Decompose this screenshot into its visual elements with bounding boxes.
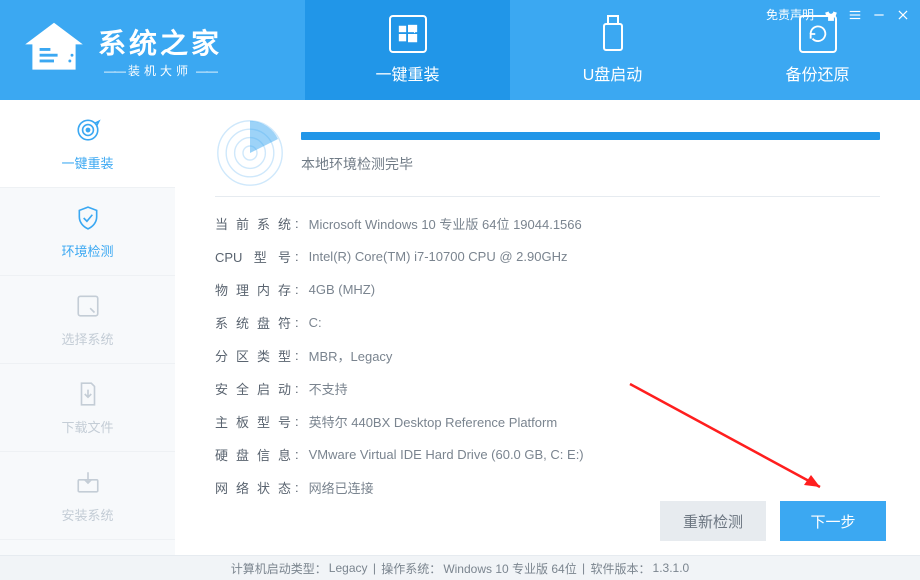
install-icon: [73, 467, 103, 497]
info-row: 主板型号:英特尔 440BX Desktop Reference Platfor…: [215, 405, 880, 438]
info-row: 当前系统:Microsoft Windows 10 专业版 64位 19044.…: [215, 207, 880, 240]
rescan-button[interactable]: 重新检测: [660, 501, 766, 541]
info-value: Microsoft Windows 10 专业版 64位 19044.1566: [309, 214, 582, 233]
status-boot-value: Legacy: [329, 561, 368, 575]
status-ver-label: 软件版本：: [591, 560, 651, 577]
scan-status-text: 本地环境检测完毕: [301, 154, 880, 174]
sidebar-item-download[interactable]: 下载文件: [0, 364, 175, 452]
radar-icon: [215, 118, 285, 188]
info-value: MBR，Legacy: [309, 346, 393, 365]
info-label: 分区类型: [215, 346, 291, 365]
sidebar-item-reinstall[interactable]: 一键重装: [0, 100, 175, 188]
info-value: Intel(R) Core(TM) i7-10700 CPU @ 2.90GHz: [309, 249, 568, 264]
sidebar: 一键重装 环境检测 选择系统 下载文件 安装系统: [0, 100, 175, 555]
sidebar-item-select-system[interactable]: 选择系统: [0, 276, 175, 364]
info-label: 系统盘符: [215, 313, 291, 332]
sidebar-item-install[interactable]: 安装系统: [0, 452, 175, 540]
tab-label: 备份还原: [785, 61, 849, 85]
main-panel: 本地环境检测完毕 当前系统:Microsoft Windows 10 专业版 6…: [175, 100, 920, 555]
windows-reinstall-icon: [389, 15, 427, 53]
info-value: 英特尔 440BX Desktop Reference Platform: [309, 412, 558, 431]
info-label: 主板型号: [215, 412, 291, 431]
status-os-value: Windows 10 专业版 64位: [443, 560, 576, 577]
info-value: C:: [309, 315, 322, 330]
info-label: 网络状态: [215, 478, 291, 497]
info-row: CPU型号:Intel(R) Core(TM) i7-10700 CPU @ 2…: [215, 240, 880, 273]
next-button[interactable]: 下一步: [780, 501, 886, 541]
minimize-icon[interactable]: [872, 8, 886, 22]
sidebar-item-env-check[interactable]: 环境检测: [0, 188, 175, 276]
status-boot-label: 计算机启动类型：: [231, 560, 327, 577]
app-logo: 系统之家 装机大师: [0, 18, 305, 83]
statusbar: 计算机启动类型： Legacy | 操作系统： Windows 10 专业版 6…: [0, 555, 920, 580]
info-row: 网络状态:网络已连接: [215, 471, 880, 504]
info-row: 系统盘符:C:: [215, 306, 880, 339]
sidebar-item-label: 环境检测: [61, 241, 113, 260]
sidebar-item-label: 安装系统: [61, 505, 113, 524]
sidebar-item-label: 一键重装: [61, 153, 113, 172]
select-system-icon: [73, 291, 103, 321]
info-label: CPU型号: [215, 247, 291, 266]
info-label: 安全启动: [215, 379, 291, 398]
divider: [215, 196, 880, 197]
disclaimer-link[interactable]: 免责声明: [766, 6, 814, 23]
download-icon: [73, 379, 103, 409]
progress-bar: [301, 132, 880, 140]
info-label: 物理内存: [215, 280, 291, 299]
info-row: 硬盘信息:VMware Virtual IDE Hard Drive (60.0…: [215, 438, 880, 471]
info-value: 不支持: [309, 379, 348, 398]
tab-label: U盘启动: [583, 61, 643, 85]
info-value: VMware Virtual IDE Hard Drive (60.0 GB, …: [309, 447, 584, 462]
tab-usb-boot[interactable]: U盘启动: [510, 0, 715, 100]
logo-subtitle: 装机大师: [98, 62, 222, 79]
info-value: 4GB (MHZ): [309, 282, 375, 297]
status-ver-value: 1.3.1.0: [653, 561, 690, 575]
sidebar-item-label: 选择系统: [61, 329, 113, 348]
sidebar-item-label: 下载文件: [61, 417, 113, 436]
info-row: 物理内存:4GB (MHZ): [215, 273, 880, 306]
house-logo-icon: [18, 18, 90, 83]
info-label: 硬盘信息: [215, 445, 291, 464]
menu-icon[interactable]: [848, 8, 862, 22]
shield-check-icon: [73, 203, 103, 233]
usb-boot-icon: [594, 15, 632, 53]
info-label: 当前系统: [215, 214, 291, 233]
logo-title: 系统之家: [98, 22, 222, 62]
tab-reinstall[interactable]: 一键重装: [305, 0, 510, 100]
tab-label: 一键重装: [375, 61, 439, 85]
info-row: 分区类型:MBR，Legacy: [215, 339, 880, 372]
status-os-label: 操作系统：: [381, 560, 441, 577]
close-icon[interactable]: [896, 8, 910, 22]
skin-icon[interactable]: [824, 8, 838, 22]
info-value: 网络已连接: [309, 478, 374, 497]
info-row: 安全启动:不支持: [215, 372, 880, 405]
target-icon: [73, 115, 103, 145]
